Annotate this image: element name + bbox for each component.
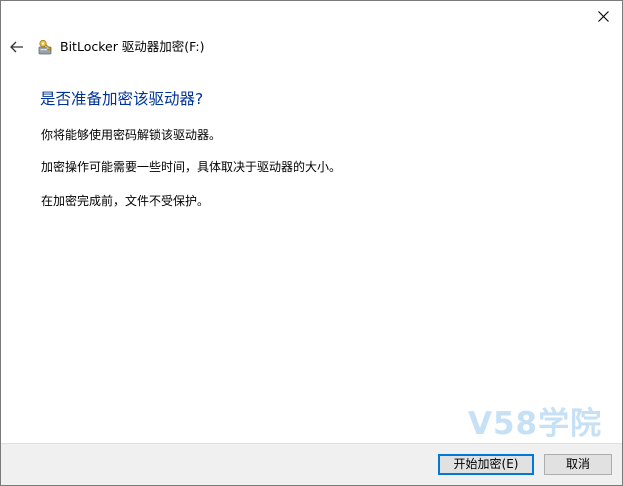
dialog-footer: 开始加密(E) 取消 bbox=[1, 443, 622, 485]
start-encryption-button[interactable]: 开始加密(E) bbox=[438, 454, 534, 475]
window-title: BitLocker 驱动器加密(F:) bbox=[60, 39, 205, 54]
bitlocker-key-drive-icon bbox=[38, 39, 52, 55]
bitlocker-dialog: BitLocker 驱动器加密(F:) 是否准备加密该驱动器? 你将能够使用密码… bbox=[0, 0, 623, 486]
watermark: V58学院 bbox=[468, 406, 603, 442]
close-button[interactable] bbox=[584, 1, 622, 31]
back-button[interactable] bbox=[7, 37, 27, 57]
page-heading: 是否准备加密该驱动器? bbox=[40, 90, 204, 108]
info-text-duration: 加密操作可能需要一些时间，具体取决于驱动器的大小。 bbox=[41, 160, 342, 174]
back-arrow-icon bbox=[10, 41, 23, 53]
close-icon bbox=[597, 10, 609, 22]
info-text-unlock: 你将能够使用密码解锁该驱动器。 bbox=[41, 128, 222, 142]
info-text-protection: 在加密完成前，文件不受保护。 bbox=[41, 194, 210, 208]
cancel-button[interactable]: 取消 bbox=[544, 454, 612, 475]
